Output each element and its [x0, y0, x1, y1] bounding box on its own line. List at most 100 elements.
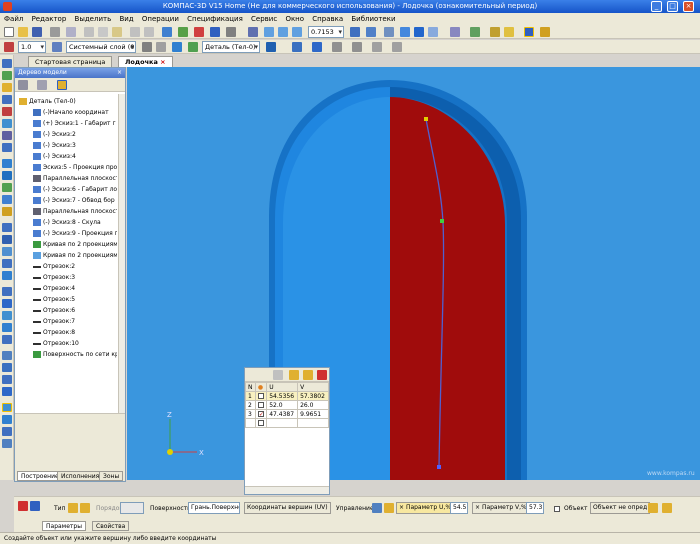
tree-item[interactable]: Отрезок:8 — [33, 327, 117, 338]
model-viewport[interactable]: Z X www.kompas.ru — [127, 67, 700, 480]
menu-specification[interactable]: Спецификация — [187, 15, 243, 23]
menu-file[interactable]: Файл — [4, 15, 23, 23]
menu-service[interactable]: Сервис — [251, 15, 277, 23]
tree-item[interactable]: Отрезок:5 — [33, 294, 117, 305]
tab-executions[interactable]: Исполнения — [57, 471, 104, 481]
control-icon-1[interactable] — [372, 503, 382, 513]
apply-icon[interactable] — [648, 503, 658, 513]
vtool-icon-11[interactable] — [2, 183, 12, 192]
shaded-icon[interactable] — [414, 27, 424, 37]
vtool-icon-25[interactable] — [2, 363, 12, 372]
param-v-toggle[interactable]: × Параметр V,% — [472, 502, 530, 514]
vtool-icon-9[interactable] — [2, 159, 12, 168]
uv-insert-icon[interactable] — [273, 370, 283, 380]
copy-icon[interactable] — [98, 27, 108, 37]
vtool-icon-13[interactable] — [2, 207, 12, 216]
grid-icon[interactable] — [142, 42, 152, 52]
zoom-combo[interactable]: 0.7153 — [308, 26, 344, 38]
order-field[interactable] — [120, 502, 144, 514]
control-icon-2[interactable] — [384, 503, 394, 513]
row-checkbox-checked[interactable]: ✓ — [257, 411, 264, 418]
tree-item[interactable]: Отрезок:10 — [33, 338, 117, 349]
vtool-icon-10[interactable] — [2, 171, 12, 180]
cut-icon[interactable] — [84, 27, 94, 37]
tree-item[interactable]: (-) Эскиз:4 — [33, 151, 117, 162]
tab-lodochka[interactable]: Лодочка × — [118, 56, 173, 67]
uv-add-icon[interactable] — [303, 370, 313, 380]
tree-item[interactable]: Параллельная плоскост — [33, 206, 117, 217]
measure-icon[interactable] — [490, 27, 500, 37]
vertex-3[interactable] — [437, 465, 441, 469]
vtool-icon-20[interactable] — [2, 299, 12, 308]
refresh-param-icon[interactable] — [662, 503, 672, 513]
vtool-icon-28[interactable] — [2, 403, 12, 412]
vtool-icon-16[interactable] — [2, 247, 12, 256]
lcs-icon[interactable] — [156, 42, 166, 52]
snap-icon[interactable] — [470, 27, 480, 37]
vtool-icon-17[interactable] — [2, 259, 12, 268]
tree-scrollbar[interactable] — [118, 94, 125, 414]
tools-icon[interactable] — [504, 27, 514, 37]
stop-icon[interactable] — [18, 501, 28, 511]
hull-model[interactable]: Z X www.kompas.ru — [127, 67, 700, 480]
tree-item[interactable]: (+) Эскиз:1 - Габарит г — [33, 118, 117, 129]
tree-view-icon[interactable] — [18, 80, 28, 90]
trim-icon[interactable] — [392, 42, 402, 52]
pan-icon[interactable] — [366, 27, 376, 37]
surface-field[interactable]: Грань.Поверхнос — [188, 502, 240, 514]
normal-icon[interactable] — [372, 42, 382, 52]
tree-item[interactable]: Эскиз:5 - Проекция про. — [33, 162, 117, 173]
create-object-icon[interactable] — [30, 501, 40, 511]
close-button[interactable]: × — [683, 1, 694, 12]
vtool-icon-7[interactable] — [2, 131, 12, 140]
minimize-button[interactable]: _ — [651, 1, 662, 12]
orient-icon[interactable] — [172, 42, 182, 52]
vtool-icon-5[interactable] — [2, 107, 12, 116]
open-folder-icon[interactable] — [18, 27, 28, 37]
redo-icon[interactable] — [144, 27, 154, 37]
paste-icon[interactable] — [112, 27, 122, 37]
tree-item[interactable]: (-) Эскиз:3 — [33, 140, 117, 151]
vertex-2[interactable] — [440, 219, 444, 223]
vtool-icon-8[interactable] — [2, 143, 12, 152]
tree-item[interactable]: (-) Эскиз:7 - Обвод бор — [33, 195, 117, 206]
param-u-field[interactable]: 54.5 — [450, 502, 468, 514]
type-icon-2[interactable] — [80, 503, 90, 513]
vtool-icon-3[interactable] — [2, 83, 12, 92]
tree-item[interactable]: (-)Начало координат — [33, 107, 117, 118]
tree-item[interactable]: (-) Эскиз:8 - Скула — [33, 217, 117, 228]
sketch-plane-icon[interactable] — [352, 42, 362, 52]
vtool-icon-22[interactable] — [2, 323, 12, 332]
tree-item[interactable]: Отрезок:3 — [33, 272, 117, 283]
row-checkbox[interactable] — [257, 420, 264, 426]
uv-table-scrollbar[interactable] — [245, 486, 329, 494]
zoom-in-icon[interactable] — [264, 27, 274, 37]
coords-button[interactable]: Координаты вершин (UV) — [244, 502, 331, 514]
vtool-icon-14[interactable] — [2, 223, 12, 232]
menu-help[interactable]: Справка — [312, 15, 343, 23]
menu-select[interactable]: Выделить — [75, 15, 112, 23]
vtool-icon-23[interactable] — [2, 335, 12, 344]
tree-item[interactable]: (-) Эскиз:6 - Габарит ло — [33, 184, 117, 195]
vtool-icon-29[interactable] — [2, 415, 12, 424]
tree-root[interactable]: Деталь (Тел-0) — [19, 96, 76, 107]
uv-edit-icon[interactable] — [289, 370, 299, 380]
menu-edit[interactable]: Редактор — [32, 15, 67, 23]
variables-icon[interactable] — [194, 27, 204, 37]
tree-item[interactable]: Отрезок:2 — [33, 261, 117, 272]
zoom-window-icon[interactable] — [292, 27, 302, 37]
tree-item[interactable]: Отрезок:4 — [33, 283, 117, 294]
tree-item[interactable]: Отрезок:7 — [33, 316, 117, 327]
new-file-icon[interactable] — [4, 27, 14, 37]
layer-icon[interactable] — [52, 42, 62, 52]
tree-filter-icon[interactable] — [37, 80, 47, 90]
vtool-icon-4[interactable] — [2, 95, 12, 104]
print-icon[interactable] — [50, 27, 60, 37]
vtool-icon-21[interactable] — [2, 311, 12, 320]
object-checkbox[interactable] — [554, 506, 560, 512]
state-icon[interactable] — [4, 42, 14, 52]
perspective-icon[interactable] — [428, 27, 438, 37]
orientation-icon[interactable] — [384, 27, 394, 37]
help-icon[interactable] — [226, 27, 236, 37]
tree-item[interactable]: Поверхность по сети кр — [33, 349, 117, 360]
